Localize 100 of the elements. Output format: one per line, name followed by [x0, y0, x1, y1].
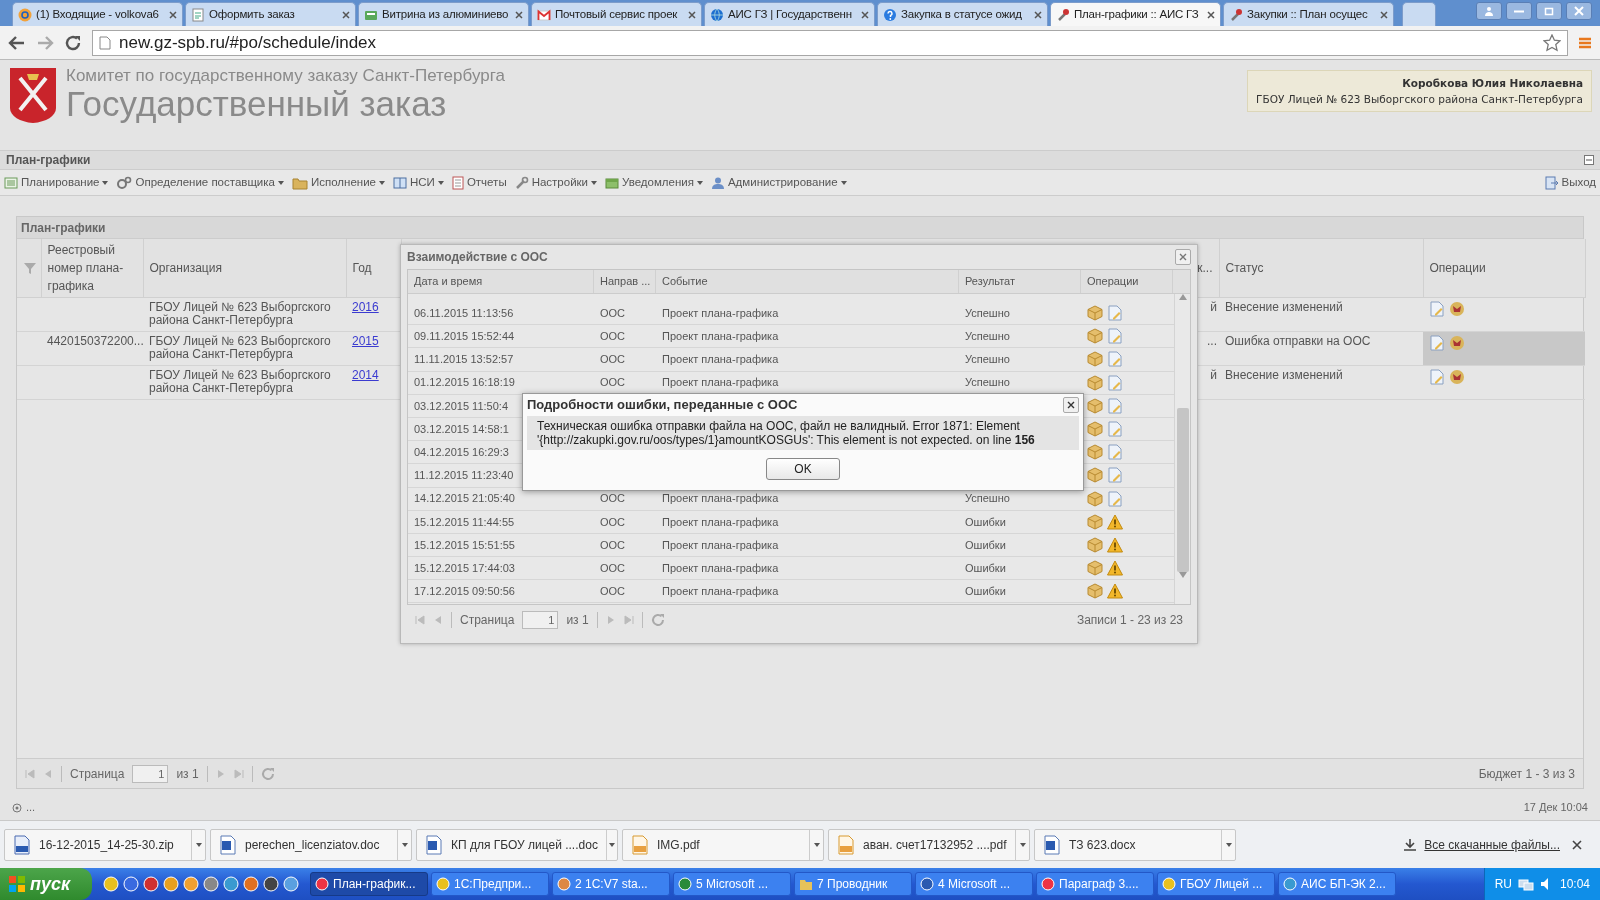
taskbar-button[interactable]: 2 1С:V7 sta...	[552, 872, 670, 896]
close-button[interactable]	[1063, 397, 1079, 413]
language-indicator[interactable]: RU	[1494, 875, 1512, 893]
browser-tab[interactable]: Витрина из алюминиево	[358, 2, 529, 26]
browser-tab[interactable]: План-графики :: АИС ГЗ	[1050, 2, 1221, 26]
restore-icon	[1544, 6, 1554, 16]
browser-tab[interactable]: Почтовый сервис проек	[531, 2, 702, 26]
filter-icon	[23, 261, 37, 275]
download-item[interactable]: perechen_licenziatov.doc	[210, 828, 412, 861]
logout-button[interactable]: Выход	[1544, 173, 1596, 192]
download-item[interactable]: 16-12-2015_14-25-30.zip	[4, 828, 206, 861]
close-icon	[1179, 253, 1187, 261]
warning-icon	[1107, 560, 1123, 577]
menu-item[interactable]: Уведомления	[605, 173, 703, 192]
table-cell: ООС	[600, 306, 626, 319]
all-downloads-link[interactable]: Все скачанные файлы...	[1424, 835, 1560, 854]
app-icon	[243, 876, 259, 892]
table-cell: 15.12.2015 17:44:03	[414, 561, 515, 574]
table-cell: ООС	[600, 353, 626, 366]
app-icon	[557, 877, 571, 891]
menu-item[interactable]: Исполнение	[292, 173, 385, 192]
scrollbar[interactable]	[1174, 294, 1190, 604]
ok-button[interactable]: OK	[766, 458, 840, 480]
minimize-button[interactable]	[1506, 2, 1532, 20]
menu-item[interactable]: Планирование	[4, 173, 109, 192]
menu-item[interactable]: Настройки	[514, 173, 598, 192]
column-header[interactable]: Организация	[143, 239, 346, 298]
taskbar-button[interactable]: АИС БП-ЭК 2...	[1278, 872, 1396, 896]
browser-tab[interactable]: Оформить заказ	[185, 2, 356, 26]
taskbar-button[interactable]: 4 Microsoft ...	[915, 872, 1033, 896]
at-sign-icon	[18, 7, 32, 22]
close-icon	[1067, 401, 1075, 409]
app-icon	[123, 876, 139, 892]
menu-item[interactable]: Отчеты	[451, 173, 507, 192]
menu-item[interactable]: НСИ	[393, 173, 444, 192]
operations-cell[interactable]	[1423, 331, 1585, 366]
download-item[interactable]: ТЗ 623.docx	[1034, 828, 1236, 861]
year-link[interactable]: 2014	[352, 368, 379, 382]
page-icon	[451, 175, 464, 190]
browser-tab[interactable]: АИС ГЗ | Государственн	[704, 2, 875, 26]
table-cell: ООС	[600, 492, 626, 505]
column-header[interactable]: Результат	[959, 270, 1081, 293]
table-cell: 03.12.2015 11:50:4	[414, 399, 508, 412]
document-icon	[1107, 397, 1123, 414]
download-item[interactable]: КП для ГБОУ лицей ....doc	[416, 828, 618, 861]
package-icon	[1087, 560, 1103, 577]
taskbar-button[interactable]: 7 Проводник	[794, 872, 912, 896]
table-cell: Внесение изменений	[1225, 368, 1343, 382]
start-button[interactable]: пуск	[0, 868, 92, 900]
column-header[interactable]: Операции	[1423, 239, 1585, 298]
browser-tab[interactable]: Закупка в статусе ожид	[877, 2, 1048, 26]
page-label: Страница	[70, 765, 125, 783]
records-summary: Бюджет 1 - 3 из 3	[1478, 765, 1575, 783]
close-icon	[688, 10, 696, 19]
menu-item[interactable]: Определение поставщика	[116, 173, 284, 192]
book-icon	[393, 175, 407, 190]
app-icon	[678, 877, 692, 891]
column-header[interactable]: Событие	[656, 270, 959, 293]
page-icon	[99, 35, 111, 50]
error-dialog-title: Подробности ошибки, переданные с ООС	[527, 396, 798, 415]
column-header[interactable]: Год	[346, 239, 401, 298]
menu-item[interactable]: Администрирование	[710, 173, 847, 192]
collapse-icon	[1584, 155, 1594, 165]
download-item[interactable]: IMG.pdf	[622, 828, 824, 861]
download-item[interactable]: аван. счет17132952 ....pdf	[828, 828, 1030, 861]
last-page-icon	[623, 615, 634, 625]
clock: 10:04	[1559, 876, 1590, 893]
column-header[interactable]: Статус	[1219, 239, 1423, 298]
address-field[interactable]: new.gz-spb.ru/#po/schedule/index	[92, 29, 1568, 56]
taskbar-button[interactable]: ГБОУ Лицей ...	[1157, 872, 1275, 896]
column-header[interactable]: Дата и время	[408, 270, 594, 293]
year-link[interactable]: 2015	[352, 334, 379, 348]
package-icon	[1087, 583, 1103, 600]
taskbar-button[interactable]: 1С:Предпри...	[431, 872, 549, 896]
next-page-icon	[605, 615, 616, 625]
table-cell: 15.12.2015 15:51:55	[414, 538, 515, 551]
taskbar-button[interactable]: 5 Microsoft ...	[673, 872, 791, 896]
document-icon	[1107, 374, 1123, 391]
close-icon	[1380, 10, 1388, 19]
page-label: Страница	[460, 612, 515, 629]
browser-tab[interactable]: (1) Входящие - volkova6	[12, 2, 183, 26]
column-header[interactable]: Реестровый номер плана-графика	[41, 239, 143, 298]
taskbar-button[interactable]: Параграф 3....	[1036, 872, 1154, 896]
table-cell: Ошибки	[965, 585, 1006, 598]
new-tab-button[interactable]	[1402, 2, 1436, 26]
column-header[interactable]: Операции	[1081, 270, 1173, 293]
app-icon	[263, 876, 279, 892]
app-icon	[283, 876, 299, 892]
close-icon	[1034, 10, 1042, 19]
user-button[interactable]	[1476, 2, 1502, 20]
close-icon	[515, 10, 523, 19]
taskbar-button[interactable]: План-график...	[310, 872, 428, 896]
browser-tab[interactable]: Закупки :: План осущес	[1223, 2, 1394, 26]
column-header[interactable]: Направ ...	[594, 270, 656, 293]
close-icon	[861, 10, 869, 19]
page-number-field[interactable]: 1	[132, 764, 169, 783]
restore-button[interactable]	[1536, 2, 1562, 20]
year-link[interactable]: 2016	[352, 300, 379, 314]
page-number-field[interactable]: 1	[522, 611, 559, 629]
error-message: Техническая ошибка отправки файла на ООС, файл не валидный. Error 1871: Element '{http://zakupki.gov.ru/oos/types/1}amountKOSGUs': This element is not expected. on line 156	[527, 416, 1079, 450]
